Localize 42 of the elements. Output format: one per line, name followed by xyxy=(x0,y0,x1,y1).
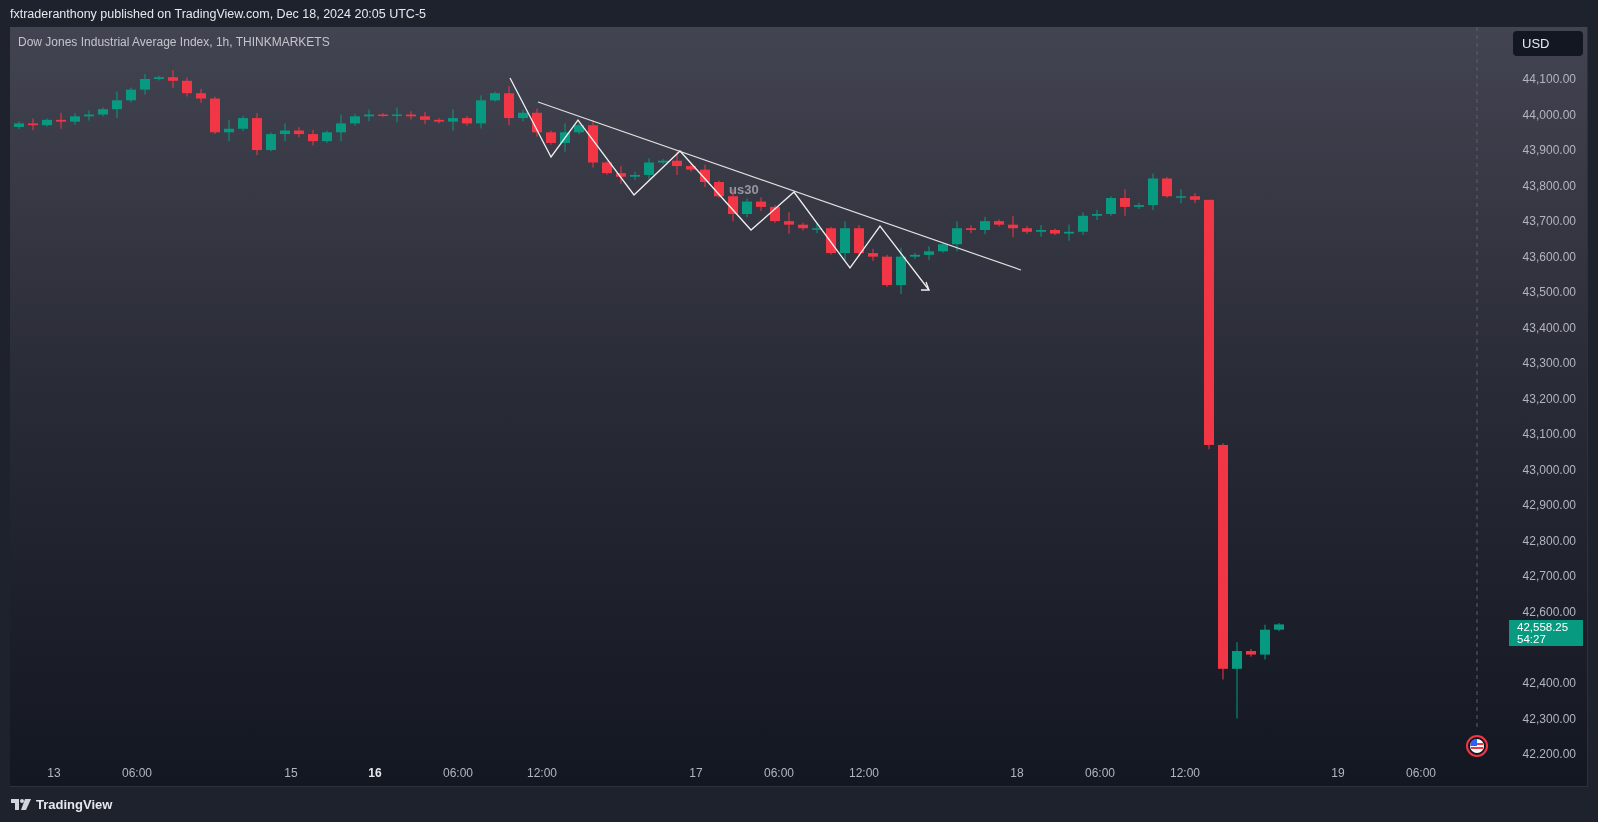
publish-info: fxtraderanthony published on TradingView.com, Dec 18, 2024 20:05 UTC-5 xyxy=(10,6,426,21)
time-axis-label: 06:00 xyxy=(442,766,474,780)
last-price: 42,558.25 xyxy=(1517,621,1570,633)
price-axis-label: 42,700.00 xyxy=(1522,568,1576,585)
time-axis-label: 18 xyxy=(1009,766,1025,780)
time-axis-label: 19 xyxy=(1330,766,1346,780)
brand-name: TradingView xyxy=(36,797,113,812)
price-axis-label: 43,200.00 xyxy=(1522,390,1576,407)
price-axis-label: 42,600.00 xyxy=(1522,603,1576,620)
price-axis-label: 43,700.00 xyxy=(1522,213,1576,230)
price-axis-label: 43,000.00 xyxy=(1522,461,1576,478)
price-axis-label: 43,800.00 xyxy=(1522,177,1576,194)
price-axis-label: 43,900.00 xyxy=(1522,142,1576,159)
chart-title: Dow Jones Industrial Average Index, 1h, THINKMARKETS xyxy=(18,35,330,49)
price-axis-label: 43,500.00 xyxy=(1522,284,1576,301)
time-axis-label: 06:00 xyxy=(763,766,795,780)
time-axis-label: 12:00 xyxy=(1169,766,1201,780)
price-axis-label: 42,400.00 xyxy=(1522,675,1576,691)
price-axis-label: 44,100.00 xyxy=(1522,71,1576,87)
price-axis-label: 42,900.00 xyxy=(1522,497,1576,514)
price-axis-label: 43,400.00 xyxy=(1522,319,1576,336)
flag-icon xyxy=(1466,735,1488,757)
price-axis-label: 43,300.00 xyxy=(1522,355,1576,372)
countdown-timer: 54:27 xyxy=(1517,633,1547,645)
price-axis-label: 43,600.00 xyxy=(1522,248,1576,265)
time-axis-label: 06:00 xyxy=(121,766,153,780)
time-axis-label: 15 xyxy=(283,766,299,780)
logo-icon xyxy=(11,799,31,810)
price-axis-label: 42,800.00 xyxy=(1522,532,1576,549)
chart-label: us30 xyxy=(729,182,759,197)
currency-button[interactable]: USD xyxy=(1513,31,1583,56)
price-axis-label: 43,100.00 xyxy=(1522,426,1576,443)
time-axis-label: 06:00 xyxy=(1084,766,1116,780)
time-axis-label: 12:00 xyxy=(848,766,880,780)
time-axis-label: 16 xyxy=(367,766,383,780)
time-axis-label: 06:00 xyxy=(1405,766,1437,780)
price-axis-label: 42.200.00 xyxy=(1522,746,1576,763)
price-axis-label: 42,300.00 xyxy=(1522,710,1576,727)
time-axis-label: 13 xyxy=(46,766,62,780)
time-axis-label: 17 xyxy=(688,766,704,780)
price-axis-label: 44,000.00 xyxy=(1522,106,1576,123)
time-axis-label: 12:00 xyxy=(526,766,558,780)
